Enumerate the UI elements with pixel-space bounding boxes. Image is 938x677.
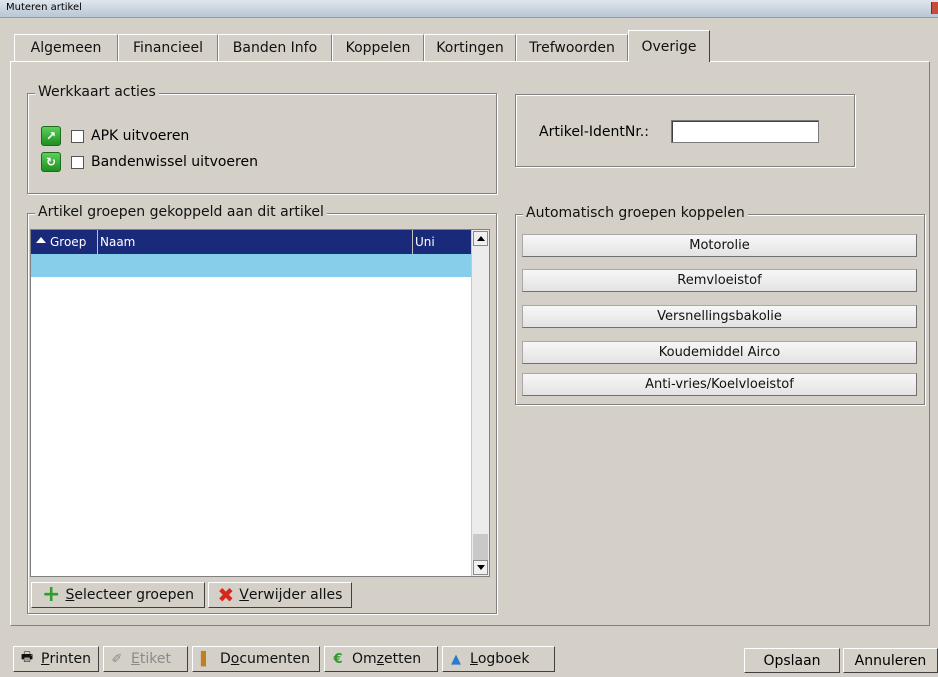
table-header: Groep Naam Uni: [31, 230, 472, 254]
bandenwissel-row: ↻ Bandenwissel uitvoeren: [41, 152, 258, 172]
button-label: erwijder alles: [248, 587, 343, 603]
arrow-up-icon: [476, 236, 485, 241]
groepen-legend: Artikel groepen gekoppeld aan dit artike…: [35, 204, 327, 220]
cancel-button[interactable]: Annuleren: [843, 648, 938, 673]
hotkey-letter: S: [65, 587, 75, 603]
button-label: electeer groepen: [74, 587, 194, 603]
refresh-icon: ↻: [41, 152, 61, 172]
button-label: Om: [352, 651, 377, 667]
versnellingsbakolie-button[interactable]: Versnellingsbakolie: [522, 305, 917, 328]
button-label: ogboek: [477, 651, 530, 667]
logboek-button[interactable]: ▲ Logboek: [442, 646, 555, 672]
label-icon: ✐: [111, 651, 123, 667]
tab-label: Banden Info: [232, 40, 318, 56]
apk-label[interactable]: APK uitvoeren: [91, 128, 189, 144]
bandenwissel-checkbox[interactable]: [71, 155, 84, 169]
tab-kortingen[interactable]: Kortingen: [424, 34, 516, 61]
ident-label: Artikel-IdentNr.:: [539, 124, 649, 140]
window-body: Algemeen Financieel Banden Info Koppelen…: [0, 18, 938, 677]
verwijder-alles-button[interactable]: ✖ Verwijder alles: [208, 582, 352, 608]
tab-algemeen[interactable]: Algemeen: [14, 34, 118, 61]
tab-label: Trefwoorden: [529, 40, 615, 56]
plus-icon: +: [42, 582, 61, 607]
column-header-naam[interactable]: Naam: [98, 230, 413, 254]
tab-label: Kortingen: [436, 40, 504, 56]
tab-overige[interactable]: Overige: [628, 30, 710, 62]
apk-checkbox[interactable]: [71, 129, 84, 143]
arrow-down-icon: [476, 565, 485, 570]
tab-label: Financieel: [133, 40, 203, 56]
motorolie-button[interactable]: Motorolie: [522, 234, 917, 257]
scroll-down-button[interactable]: [473, 560, 488, 575]
apk-icon: ↗: [41, 126, 61, 146]
vertical-scrollbar[interactable]: [471, 230, 489, 576]
tab-banden-info[interactable]: Banden Info: [218, 34, 332, 61]
hotkey-letter: L: [470, 651, 478, 667]
anti-vries-button[interactable]: Anti-vries/Koelvloeistof: [522, 373, 917, 396]
hotkey-letter: V: [239, 587, 249, 603]
ident-input[interactable]: [671, 120, 819, 143]
printer-icon: 🖶: [20, 650, 34, 665]
save-button[interactable]: Opslaan: [744, 648, 840, 673]
remvloeistof-button[interactable]: Remvloeistof: [522, 269, 917, 292]
werkkaart-legend: Werkkaart acties: [35, 84, 159, 100]
hotkey-letter: z: [376, 651, 385, 667]
hotkey-letter: P: [41, 651, 50, 667]
tab-label: Algemeen: [30, 40, 102, 56]
groepen-group: Artikel groepen gekoppeld aan dit artike…: [27, 204, 497, 614]
table-row-selected[interactable]: [31, 254, 472, 277]
delete-x-icon: ✖: [217, 583, 235, 607]
bottom-toolbar: 🖶 Printen ✐ Etiket ▌ Do cumenten € Om z ett…: [0, 640, 938, 677]
omzetten-button[interactable]: € Om z etten: [324, 646, 438, 672]
column-label: Naam: [100, 235, 136, 249]
hotkey-letter: E: [131, 651, 140, 667]
ident-group: Artikel-IdentNr.:: [515, 94, 855, 167]
close-button[interactable]: [931, 2, 938, 14]
button-label: tiket: [139, 651, 171, 667]
documenten-button[interactable]: ▌ Do cumenten: [192, 646, 320, 672]
column-label: Groep: [50, 235, 87, 249]
scroll-up-button[interactable]: [473, 231, 488, 246]
scroll-thumb[interactable]: [473, 534, 488, 560]
tab-financieel[interactable]: Financieel: [118, 34, 218, 61]
automatisch-group: Automatisch groepen koppelen Motorolie R…: [515, 205, 925, 405]
selecteer-groepen-button[interactable]: + Selecteer groepen: [31, 582, 205, 608]
button-label: etten: [384, 651, 422, 667]
button-label: cumenten: [239, 651, 311, 667]
tab-trefwoorden[interactable]: Trefwoorden: [516, 34, 628, 61]
column-header-groep[interactable]: Groep: [31, 230, 98, 254]
euro-icon: €: [333, 651, 343, 667]
title-bar: Muteren artikel: [0, 0, 938, 18]
button-label: rinten: [49, 651, 91, 667]
automatisch-legend: Automatisch groepen koppelen: [523, 205, 748, 221]
printen-button[interactable]: 🖶 Printen: [13, 646, 99, 672]
column-label: Uni: [415, 235, 435, 249]
tab-label: Overige: [641, 38, 697, 55]
etiket-button[interactable]: ✐ Etiket: [103, 646, 188, 672]
apk-row: ↗ APK uitvoeren: [41, 126, 189, 146]
logbook-icon: ▲: [451, 651, 461, 667]
groepen-table[interactable]: Groep Naam Uni: [30, 229, 490, 577]
werkkaart-group: Werkkaart acties ↗ APK uitvoeren ↻ Bande…: [27, 84, 497, 194]
bandenwissel-label[interactable]: Bandenwissel uitvoeren: [91, 154, 258, 170]
hotkey-letter: o: [230, 651, 240, 667]
tab-koppelen[interactable]: Koppelen: [332, 34, 424, 61]
column-header-uni[interactable]: Uni: [413, 230, 472, 254]
button-label: D: [220, 651, 231, 667]
sort-ascending-icon: [36, 237, 46, 243]
window-title: Muteren artikel: [6, 2, 82, 13]
koudemiddel-airco-button[interactable]: Koudemiddel Airco: [522, 341, 917, 364]
tab-panel-overige: Werkkaart acties ↗ APK uitvoeren ↻ Bande…: [10, 61, 930, 626]
tab-label: Koppelen: [345, 40, 411, 56]
document-icon: ▌: [201, 651, 211, 667]
